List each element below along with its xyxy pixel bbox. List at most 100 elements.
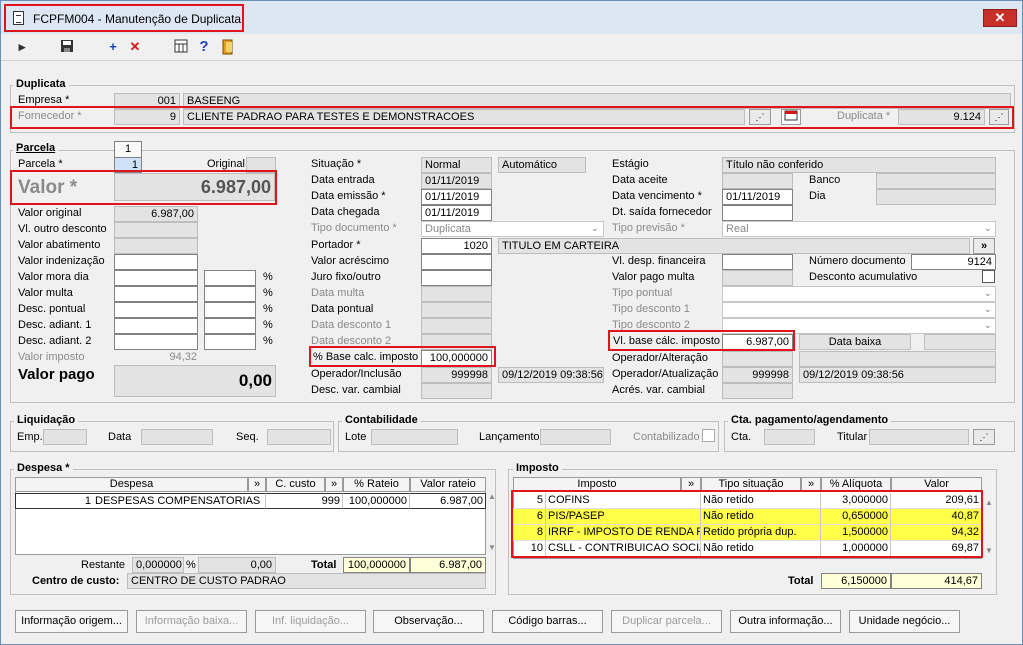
situacao-field[interactable]: Normal [421, 157, 492, 173]
despesa-col-header[interactable]: Despesa [15, 477, 248, 492]
operador-inclusao-field[interactable]: 999998 [421, 367, 492, 383]
original-field[interactable] [246, 157, 276, 173]
valor-pago-multa-field[interactable] [722, 270, 793, 286]
desc-adiant2-field[interactable] [114, 334, 198, 350]
desc-pontual-field[interactable] [114, 302, 198, 318]
despesa-expand-header[interactable]: » [248, 477, 266, 492]
calculator-icon[interactable] [173, 39, 189, 55]
situacao-mode-field[interactable]: Automático [498, 157, 586, 173]
ccusto-expand-header[interactable]: » [325, 477, 343, 492]
imposto-expand-header[interactable]: » [681, 477, 701, 492]
imposto-tipo-cell[interactable]: Retido própria dup. [701, 525, 821, 541]
parcela-tab[interactable]: 1 [114, 141, 142, 157]
calendar-icon[interactable] [781, 109, 801, 125]
mora-pct-field[interactable] [204, 270, 256, 286]
tipo-desconto2-select[interactable] [722, 318, 996, 334]
abatimento-field[interactable] [114, 238, 198, 254]
imposto-aliquota-cell[interactable]: 1,500000 [821, 525, 891, 541]
imposto-tipo-cell[interactable]: Não retido [701, 493, 821, 509]
despesa-rateio-cell[interactable]: 100,000000 [343, 493, 410, 509]
imposto-name-cell[interactable]: COFINS [546, 493, 701, 509]
fornecedor-lookup-button[interactable]: ⋰ [749, 109, 771, 125]
exit-door-icon[interactable] [220, 39, 236, 55]
imposto-aliquota-cell[interactable]: 1,000000 [821, 541, 891, 557]
duplicar-parcela-button[interactable]: Duplicar parcela... [611, 610, 722, 633]
imposto-name-cell[interactable]: IRRF - IMPOSTO DE RENDA RET [546, 525, 701, 541]
imposto-tipo-cell[interactable]: Não retido [701, 541, 821, 557]
imposto-code-cell[interactable]: 10 [513, 541, 546, 557]
select-record-icon[interactable]: ▸ [14, 39, 30, 55]
imposto-valor-cell[interactable]: 94,32 [891, 525, 982, 541]
scroll-down-icon[interactable]: ▼ [985, 546, 993, 555]
parcela-field[interactable]: 1 [114, 157, 142, 173]
data-emissao-field[interactable]: 01/11/2019 [421, 189, 492, 205]
tipo-situacao-expand-header[interactable]: » [801, 477, 821, 492]
delete-icon[interactable]: ✕ [127, 39, 143, 55]
unidade-negocio-button[interactable]: Unidade negócio... [849, 610, 960, 633]
empresa-name-field[interactable]: BASEENG [183, 93, 1011, 109]
observacao-button[interactable]: Observação... [373, 610, 484, 633]
imposto-aliquota-cell[interactable]: 0,650000 [821, 509, 891, 525]
add-icon[interactable]: + [105, 39, 121, 55]
data-multa-field[interactable] [421, 286, 492, 302]
data-desconto1-field[interactable] [421, 318, 492, 334]
despesa-ccusto-cell[interactable]: 999 [266, 493, 343, 509]
alteracao-data-field[interactable] [799, 351, 996, 367]
contabilizado-checkbox[interactable] [702, 429, 715, 442]
emp-field[interactable] [43, 429, 87, 445]
imposto-tipo-cell[interactable]: Não retido [701, 509, 821, 525]
valor-pago-field[interactable]: 0,00 [114, 365, 276, 397]
desc-adiant1-pct-field[interactable] [204, 318, 256, 334]
valor-field[interactable]: 6.987,00 [114, 173, 275, 201]
mora-field[interactable] [114, 270, 198, 286]
imposto-name-cell[interactable]: CSLL - CONTRIBUICAO SOCIAL [546, 541, 701, 557]
imposto-name-cell[interactable]: PIS/PASEP [546, 509, 701, 525]
titular-field[interactable] [869, 429, 969, 445]
desc-adiant2-pct-field[interactable] [204, 334, 256, 350]
imposto-aliquota-cell[interactable]: 3,000000 [821, 493, 891, 509]
duplicata-lookup-button[interactable]: ⋰ [989, 109, 1009, 125]
imposto-valor-col-header[interactable]: Valor [891, 477, 982, 492]
empresa-code-field[interactable]: 001 [114, 93, 180, 109]
liq-data-field[interactable] [141, 429, 213, 445]
vl-desp-field[interactable] [722, 254, 793, 270]
imposto-code-cell[interactable]: 5 [513, 493, 546, 509]
banco-field[interactable] [876, 173, 996, 189]
close-button[interactable]: ✕ [983, 9, 1017, 27]
duplicata-number-field[interactable]: 9.124 [898, 109, 985, 125]
despesa-name-cell[interactable]: DESPESAS COMPENSATORIAS [93, 493, 266, 509]
scroll-down-icon[interactable]: ▼ [488, 543, 496, 552]
data-aceite-field[interactable] [722, 173, 793, 189]
save-icon[interactable] [59, 39, 75, 55]
data-entrada-field[interactable]: 01/11/2019 [421, 173, 492, 189]
help-icon[interactable]: ? [196, 39, 212, 55]
data-pontual-field[interactable] [421, 302, 492, 318]
indenizacao-field[interactable] [114, 254, 198, 270]
imposto-code-cell[interactable]: 6 [513, 509, 546, 525]
scroll-up-icon[interactable]: ▲ [985, 498, 993, 507]
outro-desconto-field[interactable] [114, 222, 198, 238]
pct-base-field[interactable]: 100,000000 [421, 350, 492, 366]
lote-field[interactable] [371, 429, 458, 445]
rateio-col-header[interactable]: % Rateio [343, 477, 410, 492]
juro-field[interactable] [421, 270, 492, 286]
tipo-situacao-col-header[interactable]: Tipo situação [701, 477, 801, 492]
portador-expand-button[interactable]: » [973, 238, 995, 254]
imposto-code-cell[interactable]: 8 [513, 525, 546, 541]
multa-pct-field[interactable] [204, 286, 256, 302]
aliquota-col-header[interactable]: % Alíquota [821, 477, 891, 492]
codigo-barras-button[interactable]: Código barras... [492, 610, 603, 633]
outra-informacao-button[interactable]: Outra informação... [730, 610, 841, 633]
cta-field[interactable] [764, 429, 815, 445]
tipo-pontual-select[interactable] [722, 286, 996, 302]
fornecedor-code-field[interactable]: 9 [114, 109, 180, 125]
numero-documento-field[interactable]: 9124 [911, 254, 996, 270]
ccusto-col-header[interactable]: C. custo [266, 477, 325, 492]
centro-custo-field[interactable]: CENTRO DE CUSTO PADRAO [127, 573, 486, 589]
desc-pontual-pct-field[interactable] [204, 302, 256, 318]
acres-var-field[interactable] [722, 383, 793, 399]
imposto-valor-cell[interactable]: 209,61 [891, 493, 982, 509]
desconto-acumulativo-checkbox[interactable] [982, 270, 995, 283]
info-baixa-button[interactable]: Informação baixa... [136, 610, 247, 633]
portador-code-field[interactable]: 1020 [421, 238, 492, 254]
